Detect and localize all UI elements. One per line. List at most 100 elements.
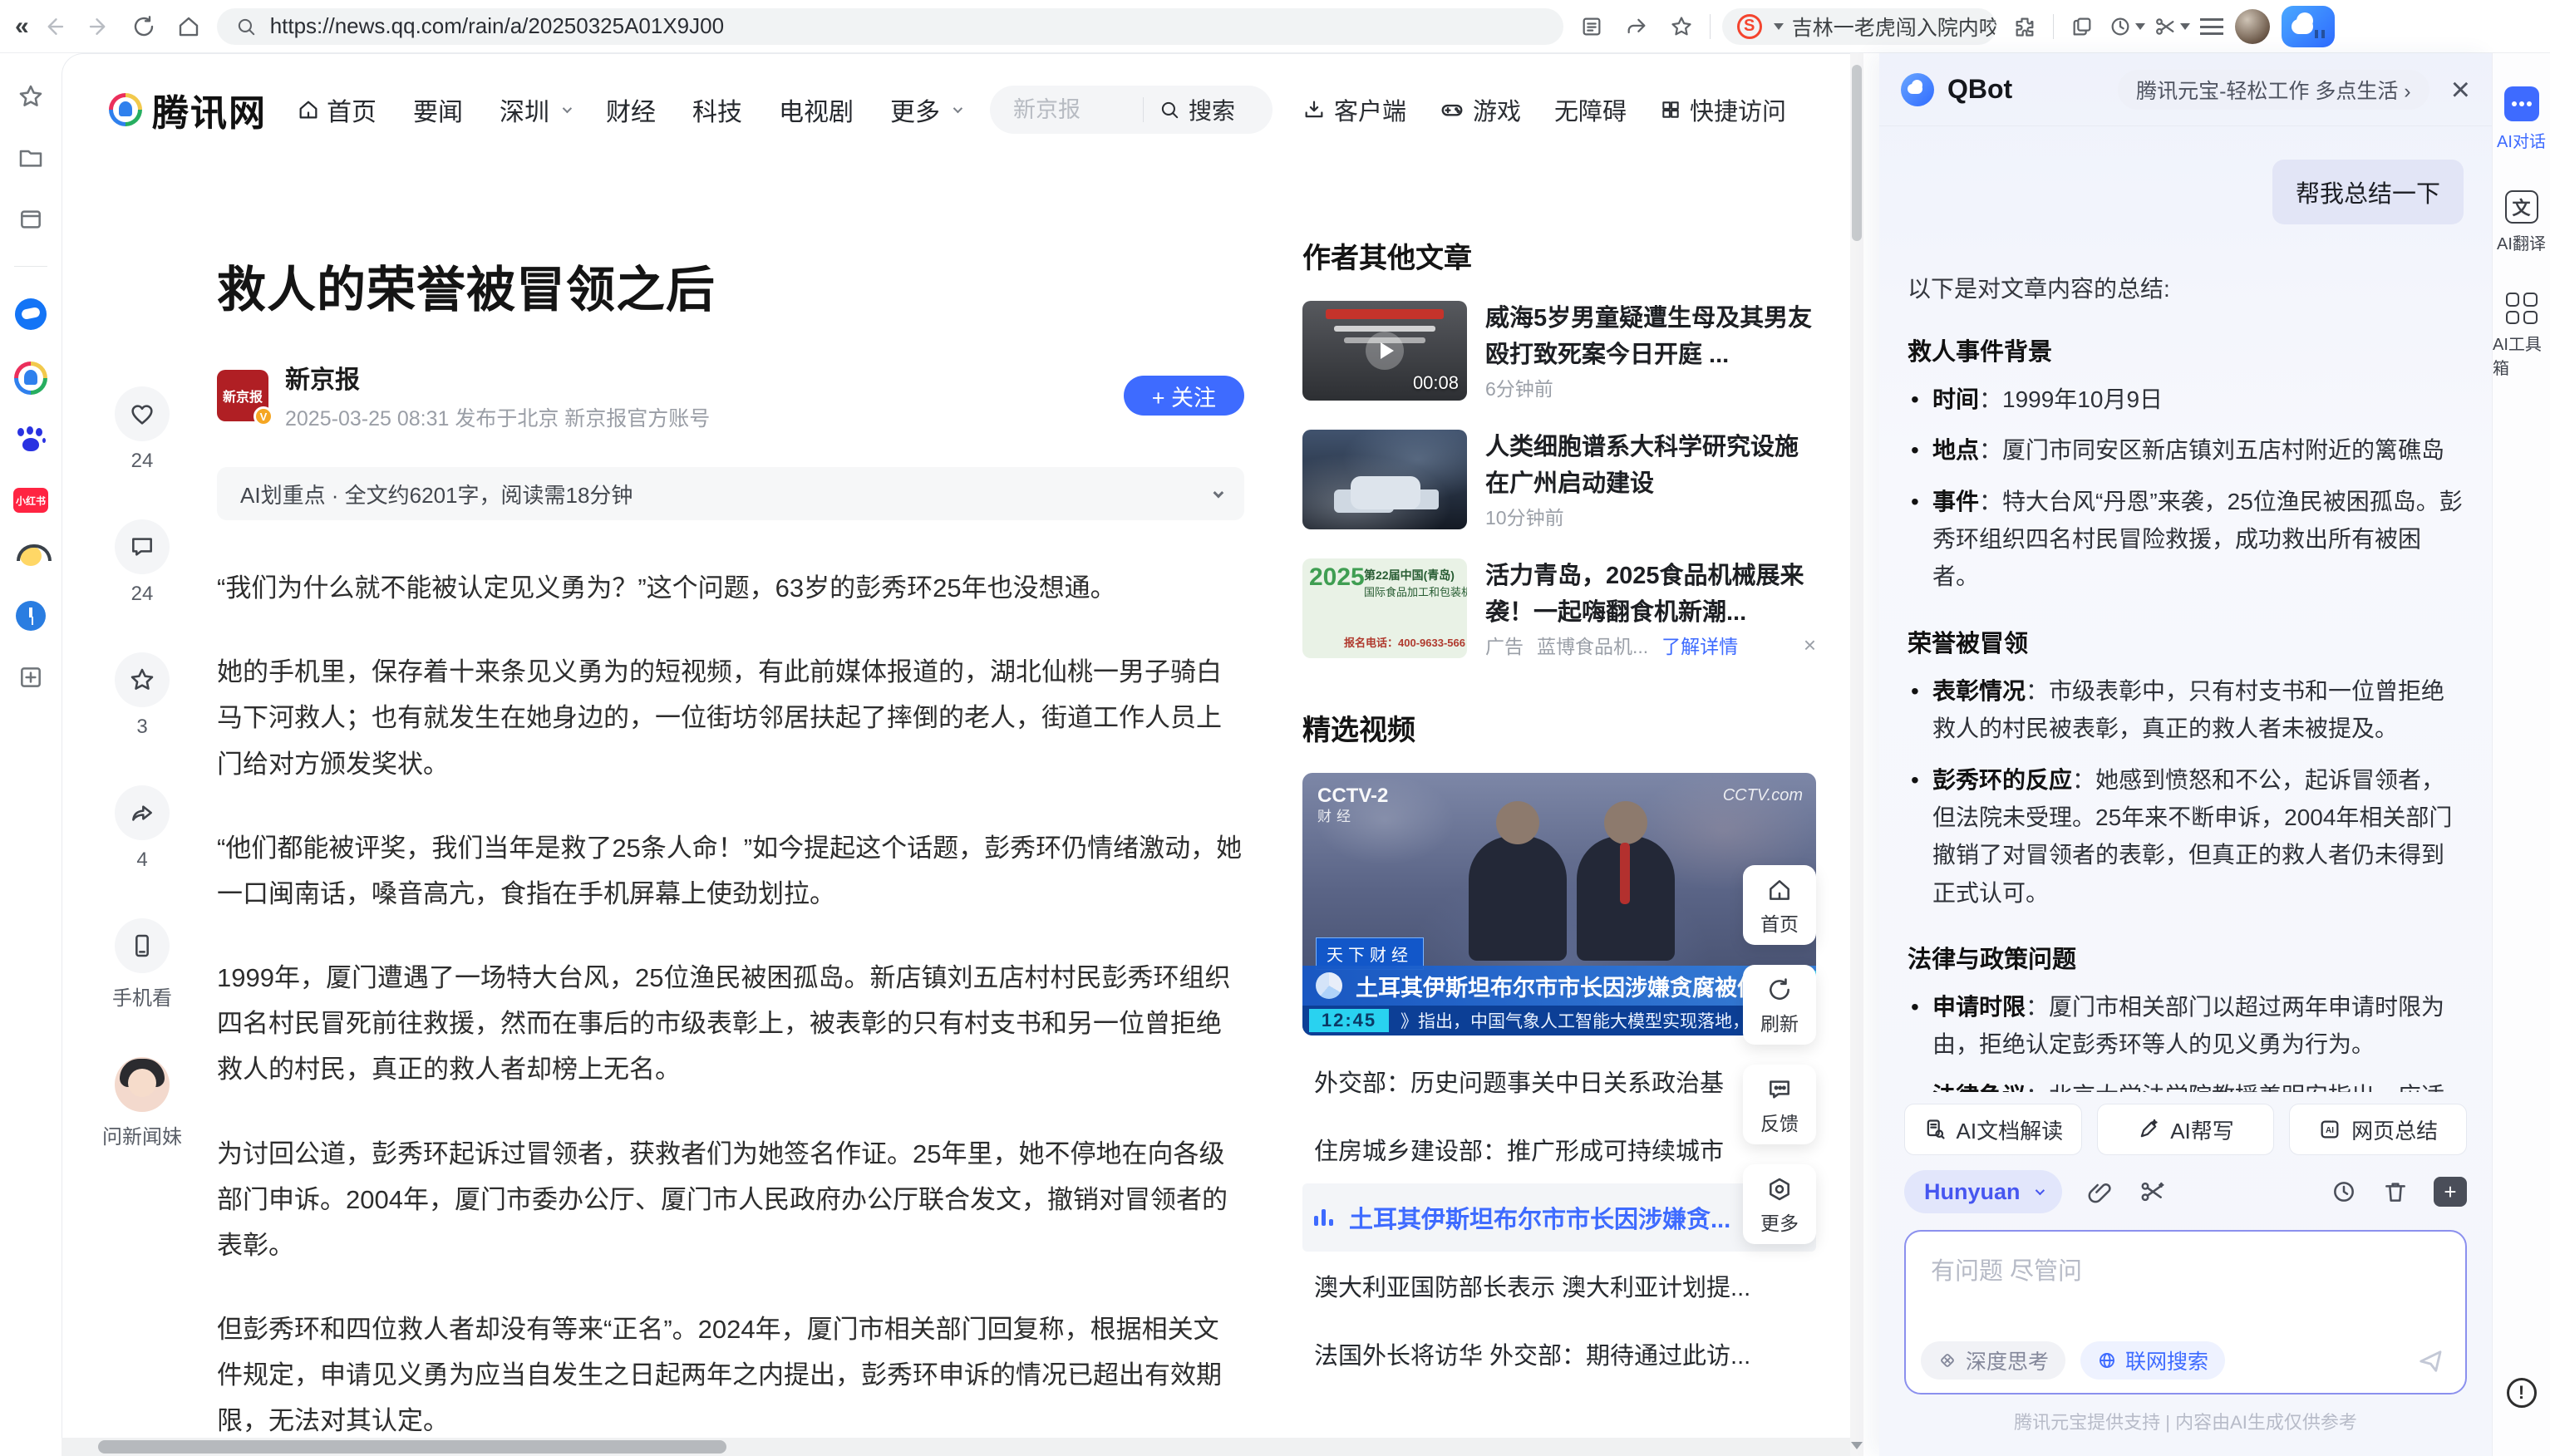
deep-think-toggle[interactable]: 深度思考 xyxy=(1921,1341,2065,1380)
service-app-icon[interactable] xyxy=(16,544,46,569)
tencent-news-app-icon[interactable] xyxy=(14,362,47,395)
nav-finance[interactable]: 财经 xyxy=(606,91,656,128)
playlist-item[interactable]: 外交部：历史问题事关中日关系政治基 xyxy=(1302,1047,1816,1115)
playlist-item-playing[interactable]: 土耳其伊斯坦布尔市市长因涉嫌贪... xyxy=(1302,1183,1816,1252)
article-thumbnail[interactable] xyxy=(1302,430,1467,529)
article-item-time: 6分钟前 xyxy=(1485,373,1553,401)
nav-tech[interactable]: 科技 xyxy=(692,91,742,128)
user-avatar[interactable] xyxy=(2235,9,2270,44)
float-refresh-button[interactable]: 刷新 xyxy=(1743,965,1816,1045)
ai-doc-read-button[interactable]: AI文档解读 xyxy=(1904,1104,2082,1155)
history-icon[interactable] xyxy=(2331,1178,2357,1205)
hot-search-pill[interactable]: S 吉林一老虎闯入院内咬 xyxy=(1722,8,1996,45)
menu-icon[interactable] xyxy=(2200,18,2223,35)
video-thumbnail[interactable]: 00:08 xyxy=(1302,301,1467,401)
screenshot-scissors-icon[interactable] xyxy=(2155,10,2188,43)
favorites-icon[interactable] xyxy=(16,81,46,111)
site-search-input[interactable] xyxy=(1012,96,1128,124)
rail-ai-toolbox[interactable]: AI工具箱 xyxy=(2493,293,2550,379)
engagement-rail: 24 24 3 4 手机看 问新闻妹 xyxy=(92,386,192,1196)
article-item-title[interactable]: 人类细胞谱系大科学研究设施在广州启动建设 xyxy=(1485,430,1816,502)
model-selector[interactable]: Hunyuan xyxy=(1904,1170,2062,1213)
playlist-item[interactable]: 澳大利亚国防部长表示 澳大利亚计划提... xyxy=(1302,1252,1816,1320)
news-assistant-label: 问新闻妹 xyxy=(102,1120,182,1149)
scroll-down-arrow[interactable] xyxy=(1851,1442,1863,1449)
video-player[interactable]: CCTV-2 财经 CCTV.com 天下财经 土耳其伊斯坦布尔市市长因涉嫌贪腐… xyxy=(1302,773,1816,1035)
author-name[interactable]: 新京报 xyxy=(285,359,710,396)
web-search-toggle[interactable]: 联网搜索 xyxy=(2080,1341,2225,1380)
address-bar[interactable] xyxy=(217,8,1563,45)
vertical-scrollbar[interactable] xyxy=(1850,53,1863,1456)
nav-more[interactable]: 更多 xyxy=(890,91,960,128)
bookmark-star-icon[interactable] xyxy=(1665,10,1698,43)
mobile-view-button[interactable] xyxy=(115,918,170,973)
comment-button[interactable] xyxy=(115,519,170,574)
send-page-icon[interactable] xyxy=(1620,10,1653,43)
ai-digest-bar[interactable]: AI划重点 · 全文约6201字，阅读需18分钟 xyxy=(217,467,1244,520)
like-button[interactable] xyxy=(115,386,170,441)
reload-icon[interactable] xyxy=(127,10,160,43)
scrollbar-thumb[interactable] xyxy=(1852,65,1862,241)
xiaohongshu-app-icon[interactable]: 小红书 xyxy=(13,488,48,513)
playlist-item[interactable]: 住房城乡建设部：推广形成可持续城市 xyxy=(1302,1115,1816,1183)
attachment-icon[interactable] xyxy=(2087,1178,2114,1205)
news-assistant-avatar[interactable] xyxy=(115,1057,170,1112)
share-button[interactable] xyxy=(115,785,170,840)
qq-app-icon[interactable] xyxy=(15,298,47,330)
favorite-button[interactable] xyxy=(115,652,170,707)
nav-home[interactable]: 首页 xyxy=(297,91,377,128)
url-input[interactable] xyxy=(268,12,1545,40)
screenshot-icon[interactable] xyxy=(2139,1178,2165,1205)
ai-write-button[interactable]: AI帮写 xyxy=(2097,1104,2275,1155)
back-icon[interactable] xyxy=(37,10,71,43)
follow-button[interactable]: + 关注 xyxy=(1124,376,1244,416)
browser-ai-button[interactable] xyxy=(2282,6,2335,47)
site-search-button[interactable]: 搜索 xyxy=(1159,93,1235,126)
clock-app-icon[interactable] xyxy=(16,601,46,631)
nav-tv[interactable]: 电视剧 xyxy=(779,91,854,128)
history-icon[interactable] xyxy=(2110,10,2144,43)
workspace-icon[interactable] xyxy=(16,204,46,234)
new-chat-icon[interactable] xyxy=(2434,1177,2467,1207)
playlist-item[interactable]: 法国外长将访华 外交部：期待通过此访... xyxy=(1302,1320,1816,1388)
warning-icon[interactable]: ! xyxy=(2507,1378,2537,1408)
ad-title[interactable]: 活力青岛，2025食品机械展来袭！一起嗨翻食机新潮... xyxy=(1485,558,1816,631)
float-home-button[interactable]: 首页 xyxy=(1743,865,1816,945)
send-icon[interactable] xyxy=(2415,1346,2445,1376)
pen-sparkle-icon xyxy=(2137,1118,2160,1141)
forward-icon[interactable] xyxy=(82,10,116,43)
nav-news[interactable]: 要闻 xyxy=(413,91,463,128)
home-icon[interactable] xyxy=(172,10,205,43)
extensions-icon[interactable] xyxy=(2008,10,2041,43)
site-brand[interactable]: 腾讯网 xyxy=(109,83,267,136)
reader-mode-icon[interactable] xyxy=(1575,10,1608,43)
baidu-app-icon[interactable] xyxy=(16,426,46,456)
client-link[interactable]: 客户端 xyxy=(1302,92,1406,127)
tabs-copy-icon[interactable] xyxy=(2065,10,2099,43)
float-feedback-button[interactable]: 反馈 xyxy=(1743,1065,1816,1144)
nav-shenzhen[interactable]: 深圳 xyxy=(500,91,569,128)
webpage-summary-button[interactable]: AI 网页总结 xyxy=(2289,1104,2467,1155)
add-app-icon[interactable] xyxy=(16,662,46,692)
quick-access-link[interactable]: 快捷访问 xyxy=(1660,92,1786,127)
author-logo[interactable]: 新京报V xyxy=(217,370,268,421)
author-article-item[interactable]: 00:08 威海5岁男童疑遭生母及其男友殴打致死案今日开庭 ... 6分钟前 xyxy=(1302,301,1816,401)
horizontal-scrollbar[interactable] xyxy=(62,1438,1850,1456)
collapse-sidebar-icon[interactable]: « xyxy=(15,12,26,41)
float-more-button[interactable]: 更多 xyxy=(1743,1164,1816,1244)
ad-cta-link[interactable]: 了解详情 xyxy=(1661,631,1738,659)
ad-item[interactable]: 2025 第22届中国(青岛) 国际食品加工和包装机械展览会 报名电话：400-… xyxy=(1302,558,1816,659)
close-icon[interactable]: × xyxy=(2451,73,2470,106)
delete-icon[interactable] xyxy=(2382,1178,2409,1205)
rail-ai-chat[interactable]: AI对话 xyxy=(2497,86,2546,152)
scrollbar-thumb[interactable] xyxy=(98,1440,726,1454)
ad-close-icon[interactable]: × xyxy=(1804,632,1816,658)
folder-icon[interactable] xyxy=(16,143,46,173)
rail-ai-translate[interactable]: 文 AI翻译 xyxy=(2497,190,2546,254)
author-article-item[interactable]: 人类细胞谱系大科学研究设施在广州启动建设 10分钟前 xyxy=(1302,430,1816,530)
ad-thumbnail[interactable]: 2025 第22届中国(青岛) 国际食品加工和包装机械展览会 报名电话：400-… xyxy=(1302,558,1467,658)
article-item-title[interactable]: 威海5岁男童疑遭生母及其男友殴打致死案今日开庭 ... xyxy=(1485,301,1816,373)
yuanbao-promo-button[interactable]: 腾讯元宝-轻松工作 多点生活 › xyxy=(2118,70,2429,110)
accessibility-link[interactable]: 无障碍 xyxy=(1554,92,1627,127)
game-link[interactable]: 游戏 xyxy=(1440,92,1521,127)
